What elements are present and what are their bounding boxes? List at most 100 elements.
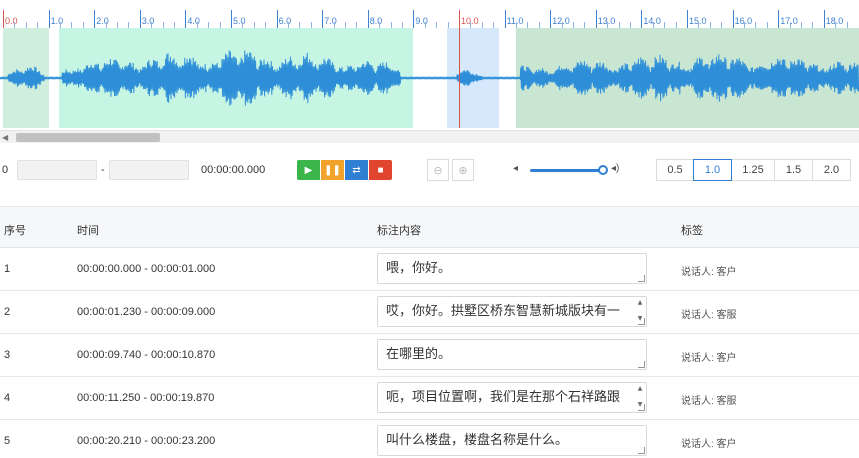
row-index: 5 — [4, 435, 11, 447]
annotation-text: 叫什么楼盘，楼盘名称是什么。 — [386, 433, 569, 448]
play-icon: ▶ — [304, 164, 313, 176]
ruler-tick — [823, 10, 825, 28]
speed-selector: 0.5 1.0 1.25 1.5 2.0 — [656, 159, 851, 181]
row-time: 00:00:00.000 - 00:00:01.000 — [77, 263, 216, 275]
scroll-left-arrow-icon[interactable]: ◀ — [2, 133, 8, 142]
ruler-tick — [504, 10, 506, 28]
speed-option-1.5[interactable]: 1.5 — [774, 159, 813, 181]
ruler-tick-label: 0.0 — [5, 16, 18, 26]
ruler-tick — [641, 10, 643, 28]
resize-handle-icon[interactable] — [638, 275, 645, 282]
annotation-table: 序号 时间 标注内容 标签 1 00:00:00.000 - 00:00:01.… — [0, 206, 859, 458]
ruler-tick — [413, 10, 415, 28]
annotation-text: 喂，你好。 — [386, 261, 452, 276]
ruler-tick — [185, 10, 187, 28]
annotation-textarea[interactable]: 在哪里的。 — [377, 339, 647, 370]
ruler-tick-label: 3.0 — [141, 16, 155, 26]
waveform-svg — [0, 50, 859, 106]
row-index: 1 — [4, 263, 11, 275]
row-index: 3 — [4, 349, 11, 361]
volume-high-icon[interactable]: ◂) — [611, 163, 619, 174]
ruler-tick — [367, 10, 369, 28]
table-row[interactable]: 1 00:00:00.000 - 00:00:01.000 喂，你好。 说话人:… — [0, 248, 859, 291]
annotation-textarea[interactable]: 喂，你好。 — [377, 253, 647, 284]
table-header: 序号 时间 标注内容 标签 — [0, 207, 859, 248]
header-content: 标注内容 — [377, 225, 421, 237]
ruler-tick-label: 9.0 — [415, 16, 428, 26]
zoom-in-button[interactable]: ⊕ — [452, 159, 474, 181]
ruler-tick-label: 2.0 — [96, 16, 109, 26]
zoom-out-icon: ⊖ — [433, 164, 443, 177]
waveform-area[interactable] — [0, 28, 859, 130]
ruler-tick — [595, 10, 597, 28]
volume-slider-track[interactable] — [530, 169, 604, 172]
zoom-out-button[interactable]: ⊖ — [427, 159, 449, 181]
ruler-tick-label: 6.0 — [278, 16, 292, 26]
speaker-tag: 说话人: 客户 — [681, 353, 737, 364]
row-time: 00:00:09.740 - 00:00:10.870 — [77, 349, 216, 361]
speaker-tag: 说话人: 客户 — [681, 439, 737, 450]
timeline-ruler[interactable]: 0.0 1.0 2.0 3.0 4.0 5.0 6.0 7.0 8.0 9.0 10.0 11.0 12… — [0, 0, 859, 28]
ruler-tick-label: 8.0 — [369, 16, 383, 26]
annotation-textarea[interactable]: 叫什么楼盘，楼盘名称是什么。 — [377, 425, 647, 456]
stop-icon: ■ — [377, 164, 384, 176]
resize-handle-icon[interactable] — [638, 361, 645, 368]
play-button[interactable]: ▶ — [297, 160, 320, 180]
start-time-input[interactable] — [17, 160, 97, 180]
playhead-cursor[interactable] — [459, 28, 460, 128]
horizontal-scrollbar[interactable]: ◀ — [0, 130, 859, 143]
waveform-path — [0, 50, 859, 106]
ruler-tick — [276, 10, 278, 28]
annotation-text: 呃，项目位置啊，我们是在那个石祥路跟 — [386, 390, 621, 405]
loop-icon: ⇄ — [352, 164, 361, 176]
speaker-tag: 说话人: 客户 — [681, 267, 737, 278]
end-time-input[interactable] — [109, 160, 189, 180]
ruler-tick — [322, 10, 324, 28]
current-time: 00:00:00.000 — [201, 164, 266, 176]
row-index: 2 — [4, 306, 11, 318]
row-time: 00:00:20.210 - 00:00:23.200 — [77, 435, 216, 447]
loop-button[interactable]: ⇄ — [345, 160, 368, 180]
table-row[interactable]: 2 00:00:01.230 - 00:00:09.000 哎，你好。拱墅区桥东… — [0, 291, 859, 334]
speed-option-1.25[interactable]: 1.25 — [731, 159, 775, 181]
table-row[interactable]: 4 00:00:11.250 - 00:00:19.870 呃，项目位置啊，我们… — [0, 377, 859, 420]
speaker-tag: 说话人: 客服 — [681, 396, 737, 407]
row-time: 00:00:11.250 - 00:00:19.870 — [77, 392, 215, 404]
scrollbar-thumb[interactable] — [16, 133, 160, 142]
ruler-tick-label: 5.0 — [233, 16, 246, 26]
pause-icon: ❚❚ — [324, 164, 341, 176]
resize-handle-icon[interactable] — [638, 318, 645, 325]
row-time: 00:00:01.230 - 00:00:09.000 — [77, 306, 216, 318]
resize-handle-icon[interactable] — [638, 447, 645, 454]
ruler-tick-label: 1.0 — [50, 16, 64, 26]
ruler-tick — [94, 10, 96, 28]
ruler-tick — [231, 10, 232, 28]
speed-option-2.0[interactable]: 2.0 — [812, 159, 851, 181]
zero-label: 0 — [2, 164, 9, 176]
annotation-textarea[interactable]: 哎，你好。拱墅区桥东智慧新城版块有一 ▲ ▼ — [377, 296, 647, 327]
ruler-tick — [459, 10, 460, 28]
player-controls: 0 - 00:00:00.000 ▶ ❚❚ ⇄ ■ ⊖ ⊕ ◂ ◂) 0.5 1… — [0, 146, 859, 192]
speed-option-0.5[interactable]: 0.5 — [656, 159, 694, 181]
table-row[interactable]: 3 00:00:09.740 - 00:00:10.870 在哪里的。 说话人:… — [0, 334, 859, 377]
volume-low-icon[interactable]: ◂ — [513, 163, 518, 174]
range-separator: - — [101, 164, 105, 176]
speaker-tag: 说话人: 客服 — [681, 310, 737, 321]
header-index: 序号 — [4, 225, 26, 237]
table-row[interactable]: 5 00:00:20.210 - 00:00:23.200 叫什么楼盘，楼盘名称… — [0, 420, 859, 458]
pause-button[interactable]: ❚❚ — [321, 160, 344, 180]
ruler-tick — [687, 10, 688, 28]
annotation-textarea[interactable]: 呃，项目位置啊，我们是在那个石祥路跟 ▲ ▼ — [377, 382, 647, 413]
stop-button[interactable]: ■ — [369, 160, 392, 180]
ruler-tick — [48, 10, 50, 28]
ruler-tick — [3, 10, 4, 28]
volume-slider-knob[interactable] — [598, 165, 608, 175]
speed-option-1.0[interactable]: 1.0 — [693, 159, 732, 181]
annotation-text: 哎，你好。拱墅区桥东智慧新城版块有一 — [386, 304, 621, 319]
header-time: 时间 — [77, 225, 99, 237]
ruler-tick-label: 7.0 — [324, 16, 337, 26]
zoom-in-icon: ⊕ — [458, 164, 468, 177]
ruler-tick — [550, 10, 552, 28]
resize-handle-icon[interactable] — [638, 404, 645, 411]
header-tag: 标签 — [681, 225, 703, 237]
